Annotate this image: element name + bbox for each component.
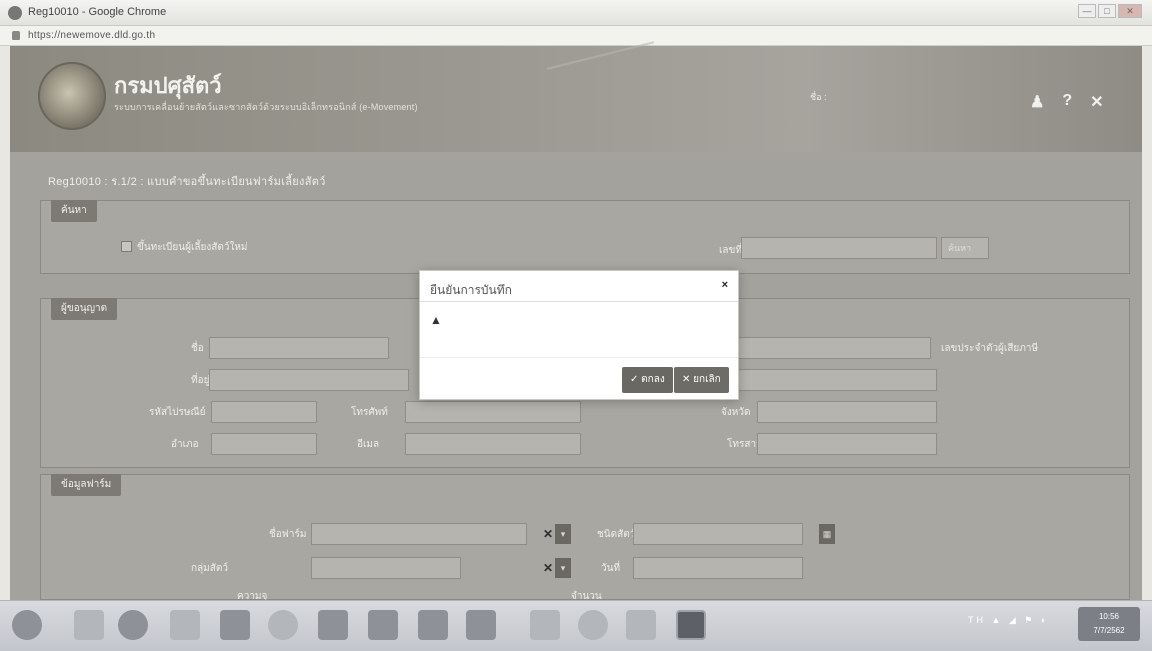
registration-id-input[interactable] xyxy=(741,237,937,259)
district-label: อำเภอ xyxy=(171,439,199,450)
registration-id-label: เลขที่ xyxy=(719,245,742,256)
file-taskbar-icon[interactable] xyxy=(530,610,560,640)
farm-lookup-button[interactable]: ▾ xyxy=(555,524,571,544)
excel-taskbar-icon[interactable] xyxy=(318,610,348,640)
onenote-taskbar-icon[interactable] xyxy=(368,610,398,640)
warning-icon: ▲ xyxy=(430,313,442,327)
chrome-taskbar-icon[interactable] xyxy=(118,610,148,640)
system-tray[interactable]: TH ▲ ◢ ⚑ ◐ xyxy=(968,615,1049,626)
site-header: กรมปศุสัตว์ ระบบการเคลื่อนย้ายสัตว์และซา… xyxy=(10,41,1142,152)
farm-detail-heading: ข้อมูลฟาร์ม xyxy=(51,474,122,496)
explorer-taskbar-icon[interactable] xyxy=(170,610,200,640)
close-window-button[interactable]: ✕ xyxy=(1118,4,1142,18)
search-panel: ค้นหา ขึ้นทะเบียนผู้เลี้ยงสัตว์ใหม่ เลขท… xyxy=(40,200,1130,274)
dialog-close-icon[interactable]: × xyxy=(722,279,728,291)
phone-label: โทรศัพท์ xyxy=(351,407,388,418)
calendar-icon[interactable]: ▦ xyxy=(819,524,835,544)
address-bar[interactable]: https://newemove.dld.go.th xyxy=(0,26,1152,46)
user-icon[interactable]: ♟ xyxy=(1030,92,1044,112)
search-panel-heading: ค้นหา xyxy=(51,200,97,222)
clear-farm-icon[interactable]: ✕ xyxy=(541,524,555,544)
start-button[interactable] xyxy=(12,610,42,640)
address-input-2[interactable] xyxy=(733,369,937,391)
postcode-label: รหัสไปรษณีย์ xyxy=(149,407,206,418)
group-label: กลุ่มสัตว์ xyxy=(191,563,228,574)
farm-detail-panel: ข้อมูลฟาร์ม ชื่อฟาร์ม ✕ ▾ ชนิดสัตว์ ▦ กล… xyxy=(40,474,1130,602)
owner-panel-heading: ผู้ขอนุญาต xyxy=(51,298,118,320)
user-info-line: ชื่อ : xyxy=(810,92,827,102)
media-taskbar-icon[interactable] xyxy=(268,610,298,640)
taskbar-clock[interactable]: 10:56 7/7/2562 xyxy=(1078,607,1140,641)
window-controls: — □ ✕ xyxy=(1078,4,1142,18)
chrome-icon xyxy=(8,6,22,20)
address-input[interactable] xyxy=(209,369,409,391)
fax-input[interactable] xyxy=(757,433,937,455)
date-label: วันที่ xyxy=(601,563,621,574)
maximize-button[interactable]: □ xyxy=(1098,4,1116,18)
new-registration-label: ขึ้นทะเบียนผู้เลี้ยงสัตว์ใหม่ xyxy=(137,242,248,253)
department-logo xyxy=(38,62,106,130)
owner-id-input[interactable] xyxy=(713,337,931,359)
header-icons: ♟ ? ✕ xyxy=(1030,92,1104,112)
clock-taskbar-icon[interactable] xyxy=(578,610,608,640)
email-label: อีเมล xyxy=(357,439,380,450)
cancel-button[interactable]: ✕ ยกเลิก xyxy=(674,367,729,393)
taskbar-app-icon[interactable] xyxy=(74,610,104,640)
dialog-footer-divider xyxy=(420,357,738,358)
animal-type-input[interactable] xyxy=(633,523,803,545)
group-select[interactable] xyxy=(311,557,461,579)
owner-name-label: ชื่อ xyxy=(191,343,204,354)
window-titlebar: Reg10010 - Google Chrome — □ ✕ xyxy=(0,0,1152,26)
brand-subtitle: ระบบการเคลื่อนย้ายสัตว์และซากสัตว์ด้วยระ… xyxy=(114,102,418,112)
logout-icon[interactable]: ✕ xyxy=(1090,92,1103,112)
province-label: จังหวัด xyxy=(721,407,751,418)
lock-icon xyxy=(12,31,20,40)
phone-input[interactable] xyxy=(405,401,581,423)
url-text[interactable]: https://newemove.dld.go.th xyxy=(28,30,155,41)
header-decoration xyxy=(546,41,664,107)
farm-name-label: ชื่อฟาร์ม xyxy=(269,529,307,540)
district-input[interactable] xyxy=(211,433,317,455)
group-lookup-button[interactable]: ▾ xyxy=(555,558,571,578)
ok-button[interactable]: ✓ ตกลง xyxy=(622,367,673,393)
postcode-input[interactable] xyxy=(211,401,317,423)
user-info: ชื่อ : xyxy=(810,88,827,106)
animal-type-label: ชนิดสัตว์ xyxy=(597,529,636,540)
minimize-button[interactable]: — xyxy=(1078,4,1096,18)
taskbar: TH ▲ ◢ ⚑ ◐ 10:56 7/7/2562 xyxy=(0,600,1152,651)
dialog-divider xyxy=(420,301,738,302)
address-label: ที่อยู่ xyxy=(191,375,210,386)
search-button[interactable]: ค้นหา xyxy=(941,237,989,259)
help-icon[interactable]: ? xyxy=(1062,92,1072,112)
email-input[interactable] xyxy=(405,433,581,455)
brand-name: กรมปศุสัตว์ xyxy=(114,73,222,99)
confirm-dialog: ยืนยันการบันทึก × ▲ ✓ ตกลง ✕ ยกเลิก xyxy=(419,270,739,400)
new-registration-checkbox[interactable] xyxy=(121,241,132,252)
publisher-taskbar-icon[interactable] xyxy=(418,610,448,640)
line-taskbar-icon[interactable] xyxy=(676,610,706,640)
dialog-title: ยืนยันการบันทึก xyxy=(430,283,512,297)
farm-name-input[interactable] xyxy=(311,523,527,545)
province-input[interactable] xyxy=(757,401,937,423)
clear-group-icon[interactable]: ✕ xyxy=(541,558,555,578)
taskbar-app-icon-2[interactable] xyxy=(626,610,656,640)
date-input[interactable] xyxy=(633,557,803,579)
page-title: Reg10010 : ร.1/2 : แบบคำขอขึ้นทะเบียนฟาร… xyxy=(48,176,326,188)
word-taskbar-icon[interactable] xyxy=(466,610,496,640)
outlook-taskbar-icon[interactable] xyxy=(220,610,250,640)
owner-name-input[interactable] xyxy=(209,337,389,359)
window-title: Reg10010 - Google Chrome xyxy=(28,6,167,18)
taxpayer-label: เลขประจำตัวผู้เสียภาษี xyxy=(941,343,1039,354)
clock-time: 10:56 xyxy=(1098,612,1120,621)
clock-date: 7/7/2562 xyxy=(1093,626,1125,635)
